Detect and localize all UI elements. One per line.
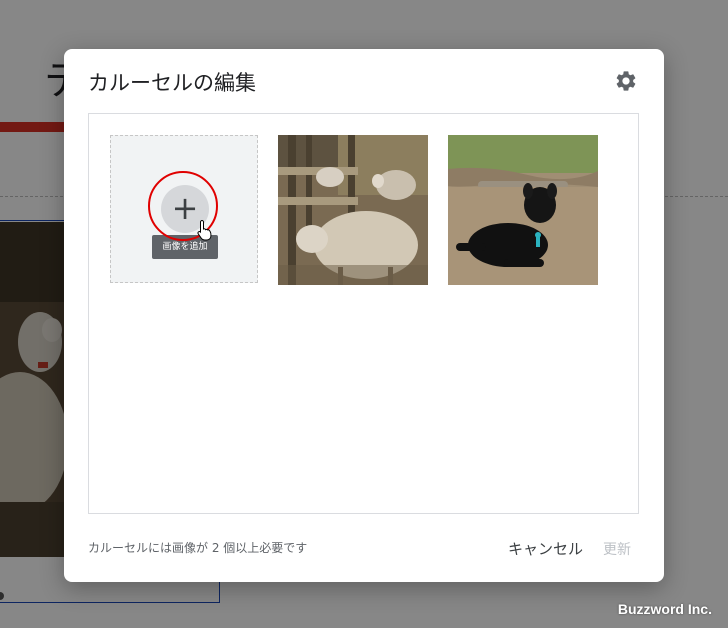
settings-button[interactable] [614,69,638,93]
image-list-area: + 画像を追加 [88,113,639,514]
gear-icon [616,71,636,91]
dialog-title: カルーセルの編集 [88,71,256,95]
requirement-note: カルーセルには画像が 2 個以上必要です [88,541,308,555]
carousel-image-thumbnail[interactable] [278,135,428,285]
hand-cursor-icon [197,219,212,241]
add-image-tile[interactable]: + 画像を追加 [110,135,258,283]
watermark: Buzzword Inc. [617,601,712,617]
cancel-button[interactable]: キャンセル [502,534,589,563]
edit-carousel-dialog: カルーセルの編集 + 画像を追加 カルーセルには画像が 2 個以上必要です キャ… [64,49,664,582]
update-button[interactable]: 更新 [597,535,637,563]
carousel-image-thumbnail[interactable] [448,135,598,285]
